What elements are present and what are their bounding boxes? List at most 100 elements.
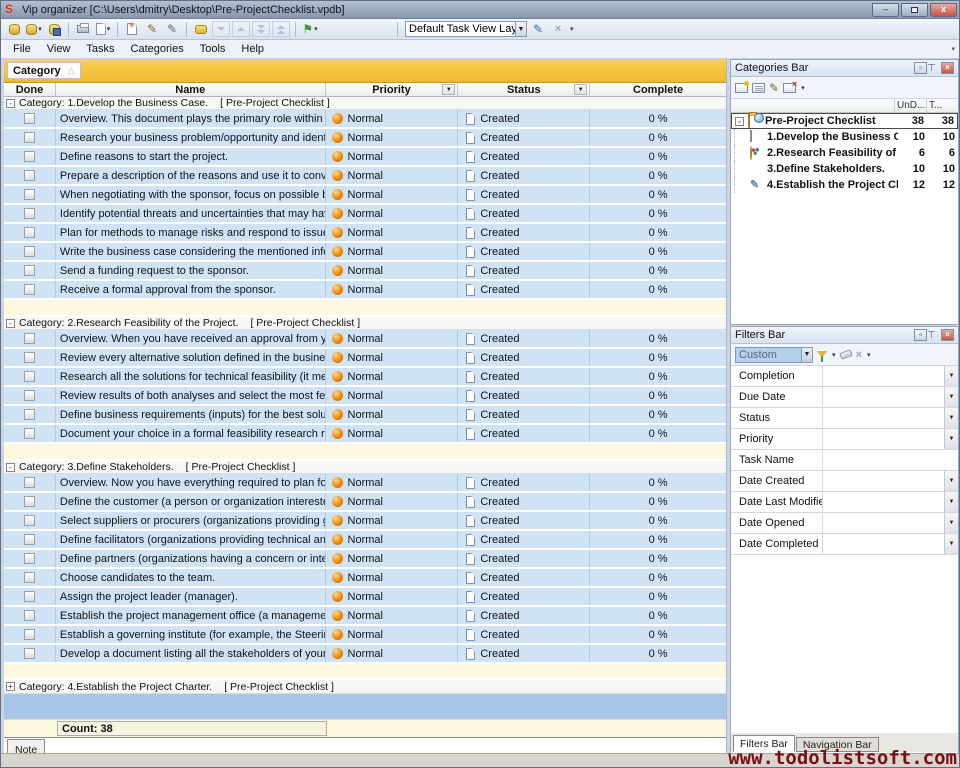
task-row[interactable]: Define the customer (a person or organiz… [4, 493, 726, 510]
combobox-dropdown-button[interactable]: ▼ [515, 22, 526, 36]
task-row[interactable]: Assign the project leader (manager).Norm… [4, 588, 726, 605]
delete-task-button[interactable]: ✎ [163, 21, 181, 38]
category-group-header[interactable]: - Category: 3.Define Stakeholders. [ Pre… [4, 461, 726, 474]
status-cell[interactable]: Created [458, 110, 590, 127]
collapse-icon[interactable]: - [735, 117, 744, 126]
done-checkbox[interactable] [24, 572, 35, 583]
task-name-cell[interactable]: Plan for methods to manage risks and res… [56, 224, 326, 241]
close-panel-button[interactable]: × [941, 62, 954, 74]
task-row[interactable]: Send a funding request to the sponsor.No… [4, 262, 726, 279]
category-group-header[interactable]: - Category: 1.Develop the Business Case.… [4, 97, 726, 110]
filter-dropdown-button[interactable]: ▼ [944, 534, 958, 554]
status-cell[interactable]: Created [458, 569, 590, 586]
complete-task-button[interactable] [192, 21, 210, 38]
done-checkbox[interactable] [24, 132, 35, 143]
status-cell[interactable]: Created [458, 129, 590, 146]
priority-cell[interactable]: Normal [326, 550, 459, 567]
task-name-cell[interactable]: Write the business case considering the … [56, 243, 326, 260]
apply-filter-icon[interactable] [817, 351, 827, 358]
complete-cell[interactable]: 0 % [590, 205, 726, 222]
move-down-button[interactable] [212, 21, 230, 37]
done-checkbox[interactable] [24, 352, 35, 363]
priority-cell[interactable]: Normal [326, 186, 459, 203]
maximize-button[interactable] [901, 3, 928, 17]
done-checkbox[interactable] [24, 333, 35, 344]
complete-cell[interactable]: 0 % [590, 607, 726, 624]
filter-value[interactable] [823, 492, 944, 512]
priority-cell[interactable]: Normal [326, 588, 459, 605]
done-checkbox[interactable] [24, 610, 35, 621]
task-name-cell[interactable]: Assign the project leader (manager). [56, 588, 326, 605]
task-name-cell[interactable]: Develop a document listing all the stake… [56, 645, 326, 662]
priority-cell[interactable]: Normal [326, 262, 459, 279]
priority-filter-dropdown[interactable]: ▼ [442, 84, 455, 95]
undone-column-header[interactable]: UnD... [894, 99, 926, 112]
task-name-cell[interactable]: Research all the solutions for technical… [56, 368, 326, 385]
filter-dropdown-button[interactable]: ▼ [944, 429, 958, 449]
done-checkbox[interactable] [24, 170, 35, 181]
status-cell[interactable]: Created [458, 262, 590, 279]
total-column-header[interactable]: T... [926, 99, 958, 112]
filter-value[interactable] [823, 366, 944, 386]
task-row[interactable]: Define partners (organizations having a … [4, 550, 726, 567]
filter-value[interactable] [823, 408, 944, 428]
task-row[interactable]: Receive a formal approval from the spons… [4, 281, 726, 298]
complete-cell[interactable]: 0 % [590, 531, 726, 548]
priority-cell[interactable]: Normal [326, 406, 459, 423]
task-row[interactable]: Research all the solutions for technical… [4, 368, 726, 385]
close-button[interactable]: x [930, 3, 957, 17]
done-checkbox[interactable] [24, 629, 35, 640]
priority-cell[interactable]: Normal [326, 129, 459, 146]
open-database-button[interactable]: ▾ [25, 21, 43, 38]
task-name-cell[interactable]: Send a funding request to the sponsor. [56, 262, 326, 279]
task-row[interactable]: Choose candidates to the team.NormalCrea… [4, 569, 726, 586]
complete-cell[interactable]: 0 % [590, 368, 726, 385]
delete-layout-button[interactable]: × [549, 21, 567, 38]
status-cell[interactable]: Created [458, 148, 590, 165]
status-cell[interactable]: Created [458, 387, 590, 404]
clear-filter-icon[interactable] [839, 349, 853, 360]
priority-cell[interactable]: Normal [326, 349, 459, 366]
complete-cell[interactable]: 0 % [590, 512, 726, 529]
category-tree-item[interactable]: 1.Develop the Business Case. 10 10 [731, 129, 958, 145]
print-button[interactable] [74, 21, 92, 38]
status-cell[interactable]: Created [458, 243, 590, 260]
complete-cell[interactable]: 0 % [590, 626, 726, 643]
filter-dropdown-button[interactable]: ▼ [944, 492, 958, 512]
task-row[interactable]: Review results of both analyses and sele… [4, 387, 726, 404]
filter-dropdown-button[interactable]: ▼ [944, 387, 958, 407]
task-row[interactable]: Define reasons to start the project.Norm… [4, 148, 726, 165]
filter-dropdown-button[interactable]: ▼ [944, 471, 958, 491]
task-name-cell[interactable]: Choose candidates to the team. [56, 569, 326, 586]
filter-dropdown-button[interactable]: ▼ [944, 366, 958, 386]
task-row[interactable]: Establish a governing institute (for exa… [4, 626, 726, 643]
task-name-cell[interactable]: Overview. Now you have everything requir… [56, 474, 326, 491]
complete-cell[interactable]: 0 % [590, 569, 726, 586]
filter-value[interactable] [823, 471, 944, 491]
column-header-complete[interactable]: Complete [590, 83, 726, 96]
filter-value[interactable] [823, 450, 958, 470]
status-cell[interactable]: Created [458, 167, 590, 184]
task-name-cell[interactable]: When negotiating with the sponsor, focus… [56, 186, 326, 203]
filter-value[interactable] [823, 387, 944, 407]
task-name-cell[interactable]: Prepare a description of the reasons and… [56, 167, 326, 184]
filters-toolbar-overflow-icon[interactable]: ▾ [867, 351, 871, 359]
priority-cell[interactable]: Normal [326, 512, 459, 529]
task-row[interactable]: Develop a document listing all the stake… [4, 645, 726, 662]
status-cell[interactable]: Created [458, 406, 590, 423]
column-header-name[interactable]: Name [56, 83, 326, 96]
collapse-icon[interactable]: - [6, 319, 15, 328]
filter-value[interactable] [823, 534, 944, 554]
filter-value[interactable] [823, 513, 944, 533]
complete-cell[interactable]: 0 % [590, 425, 726, 442]
complete-cell[interactable]: 0 % [590, 330, 726, 347]
status-cell[interactable]: Created [458, 474, 590, 491]
menu-categories[interactable]: Categories [123, 41, 192, 57]
status-cell[interactable]: Created [458, 425, 590, 442]
done-checkbox[interactable] [24, 227, 35, 238]
task-name-cell[interactable]: Overview. When you have received an appr… [56, 330, 326, 347]
column-header-priority[interactable]: Priority▼ [326, 83, 459, 96]
complete-cell[interactable]: 0 % [590, 243, 726, 260]
layout-combobox[interactable]: Default Task View Layout ▼ [405, 21, 527, 37]
complete-cell[interactable]: 0 % [590, 262, 726, 279]
